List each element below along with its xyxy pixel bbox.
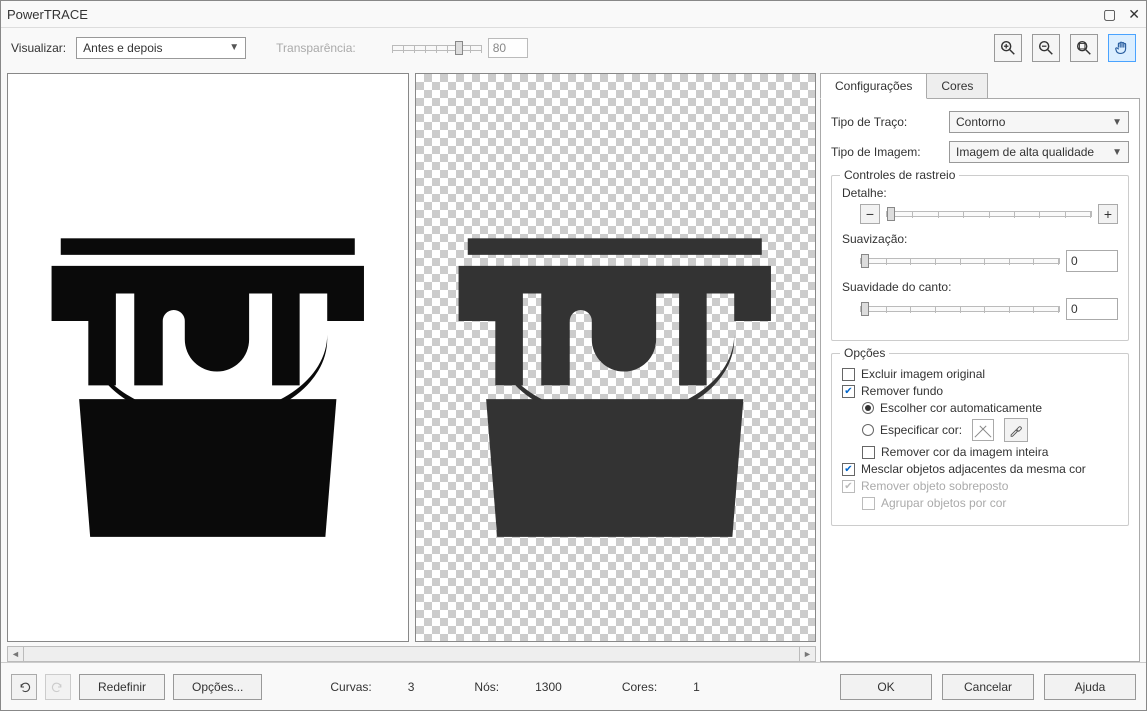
zoom-fit-button[interactable] (1070, 34, 1098, 62)
redefinir-button[interactable]: Redefinir (79, 674, 165, 700)
pan-button[interactable] (1108, 34, 1136, 62)
escolher-auto-radio[interactable]: Escolher cor automaticamente (862, 401, 1118, 415)
tipo-imagem-select[interactable]: Imagem de alta qualidade ▼ (949, 141, 1129, 163)
redo-icon (51, 680, 65, 694)
excluir-label: Excluir imagem original (861, 367, 985, 381)
color-swatch[interactable] (972, 419, 994, 441)
bucket-image-after (431, 174, 799, 542)
stats: Curvas: 3 Nós: 1300 Cores: 1 (330, 680, 832, 694)
opcoes-legend: Opções (840, 346, 889, 360)
title-bar: PowerTRACE ▢ ✕ (1, 1, 1146, 27)
ajuda-button[interactable]: Ajuda (1044, 674, 1136, 700)
nos-value: 1300 (535, 680, 562, 694)
tabs: Configurações Cores (820, 73, 1140, 99)
slider-thumb[interactable] (455, 41, 463, 55)
window-title: PowerTRACE (7, 7, 88, 22)
excluir-checkbox[interactable]: Excluir imagem original (842, 367, 1118, 381)
scroll-left-icon[interactable]: ◄ (8, 647, 24, 661)
remover-cor-label: Remover cor da imagem inteira (881, 445, 1048, 459)
opcoes-group: Opções Excluir imagem original ✔Remover … (831, 353, 1129, 526)
transparencia-label: Transparência: (276, 41, 356, 55)
panel-body: Tipo de Traço: Contorno ▼ Tipo de Imagem… (820, 98, 1140, 662)
visualizar-select[interactable]: Antes e depois ▼ (76, 37, 246, 59)
opcoes-button[interactable]: Opções... (173, 674, 262, 700)
footer: Redefinir Opções... Curvas: 3 Nós: 1300 Co… (1, 662, 1146, 710)
zoom-fit-icon (1075, 39, 1093, 57)
close-icon[interactable]: ✕ (1128, 6, 1140, 23)
remover-sobreposto-checkbox: ✔Remover objeto sobreposto (842, 479, 1118, 493)
undo-icon (17, 680, 31, 694)
bucket-image-before (24, 174, 392, 542)
tipo-traco-select[interactable]: Contorno ▼ (949, 111, 1129, 133)
suavizacao-label: Suavização: (842, 232, 1118, 246)
visualizar-label: Visualizar: (11, 41, 66, 55)
maximize-icon[interactable]: ▢ (1103, 6, 1116, 23)
suavizacao-value[interactable]: 0 (1066, 250, 1118, 272)
toolbar: Visualizar: Antes e depois ▼ Transparênc… (1, 27, 1146, 67)
content-area: ◄ ► Configurações Cores Tipo de Traço: C… (1, 67, 1146, 662)
redo-button (45, 674, 71, 700)
eyedropper-icon (1009, 423, 1023, 437)
app-window: PowerTRACE ▢ ✕ Visualizar: Antes e depoi… (0, 0, 1147, 711)
suavidade-label: Suavidade do canto: (842, 280, 1118, 294)
chevron-down-icon: ▼ (1112, 117, 1122, 128)
plus-button[interactable]: + (1098, 204, 1118, 224)
mesclar-label: Mesclar objetos adjacentes da mesma cor (861, 462, 1086, 476)
eyedropper-button[interactable] (1004, 418, 1028, 442)
ok-button[interactable]: OK (840, 674, 932, 700)
scrollbar-track[interactable] (24, 647, 799, 661)
transparencia-value[interactable]: 80 (488, 38, 528, 58)
especificar-cor-radio[interactable]: Especificar cor: (862, 418, 1118, 442)
tipo-imagem-label: Tipo de Imagem: (831, 145, 941, 159)
slider-thumb[interactable] (861, 302, 869, 316)
slider-thumb[interactable] (861, 254, 869, 268)
suavidade-value[interactable]: 0 (1066, 298, 1118, 320)
nos-label: Nós: (474, 680, 499, 694)
zoom-out-button[interactable] (1032, 34, 1060, 62)
zoom-in-button[interactable] (994, 34, 1022, 62)
chevron-down-icon: ▼ (1112, 147, 1122, 158)
horizontal-scrollbar[interactable]: ◄ ► (7, 646, 816, 662)
suavidade-slider[interactable]: 0 (860, 298, 1118, 320)
scroll-right-icon[interactable]: ► (799, 647, 815, 661)
zoom-in-icon (999, 39, 1017, 57)
cores-label: Cores: (622, 680, 657, 694)
tab-cores[interactable]: Cores (926, 73, 988, 99)
slider-thumb[interactable] (887, 207, 895, 221)
curvas-label: Curvas: (330, 680, 371, 694)
visualizar-value: Antes e depois (83, 41, 162, 55)
curvas-value: 3 (408, 680, 415, 694)
undo-button[interactable] (11, 674, 37, 700)
tipo-traco-label: Tipo de Traço: (831, 115, 941, 129)
preview-pane: ◄ ► (7, 73, 816, 662)
side-panel: Configurações Cores Tipo de Traço: Conto… (820, 73, 1140, 662)
remover-fundo-checkbox[interactable]: ✔Remover fundo (842, 384, 1118, 398)
especificar-cor-label: Especificar cor: (880, 423, 962, 437)
tab-configuracoes[interactable]: Configurações (820, 73, 927, 99)
transparencia-slider[interactable] (392, 45, 482, 51)
cancelar-button[interactable]: Cancelar (942, 674, 1034, 700)
tipo-traco-value: Contorno (956, 115, 1005, 129)
remover-sobreposto-label: Remover objeto sobreposto (861, 479, 1008, 493)
detalhe-slider[interactable]: − + (860, 204, 1118, 224)
remover-cor-checkbox[interactable]: Remover cor da imagem inteira (862, 445, 1118, 459)
pan-icon (1113, 39, 1131, 57)
preview-after[interactable] (415, 73, 817, 642)
preview-before[interactable] (7, 73, 409, 642)
agrupar-label: Agrupar objetos por cor (881, 496, 1006, 510)
window-controls: ▢ ✕ (1103, 6, 1140, 23)
mesclar-checkbox[interactable]: ✔Mesclar objetos adjacentes da mesma cor (842, 462, 1118, 476)
suavizacao-slider[interactable]: 0 (860, 250, 1118, 272)
tipo-imagem-value: Imagem de alta qualidade (956, 145, 1094, 159)
escolher-auto-label: Escolher cor automaticamente (880, 401, 1042, 415)
agrupar-checkbox: Agrupar objetos por cor (862, 496, 1118, 510)
controles-legend: Controles de rastreio (840, 168, 959, 182)
cores-value: 1 (693, 680, 700, 694)
remover-fundo-label: Remover fundo (861, 384, 943, 398)
controles-group: Controles de rastreio Detalhe: − + Suavi… (831, 175, 1129, 341)
minus-button[interactable]: − (860, 204, 880, 224)
zoom-out-icon (1037, 39, 1055, 57)
detalhe-label: Detalhe: (842, 186, 1118, 200)
chevron-down-icon: ▼ (229, 42, 239, 53)
